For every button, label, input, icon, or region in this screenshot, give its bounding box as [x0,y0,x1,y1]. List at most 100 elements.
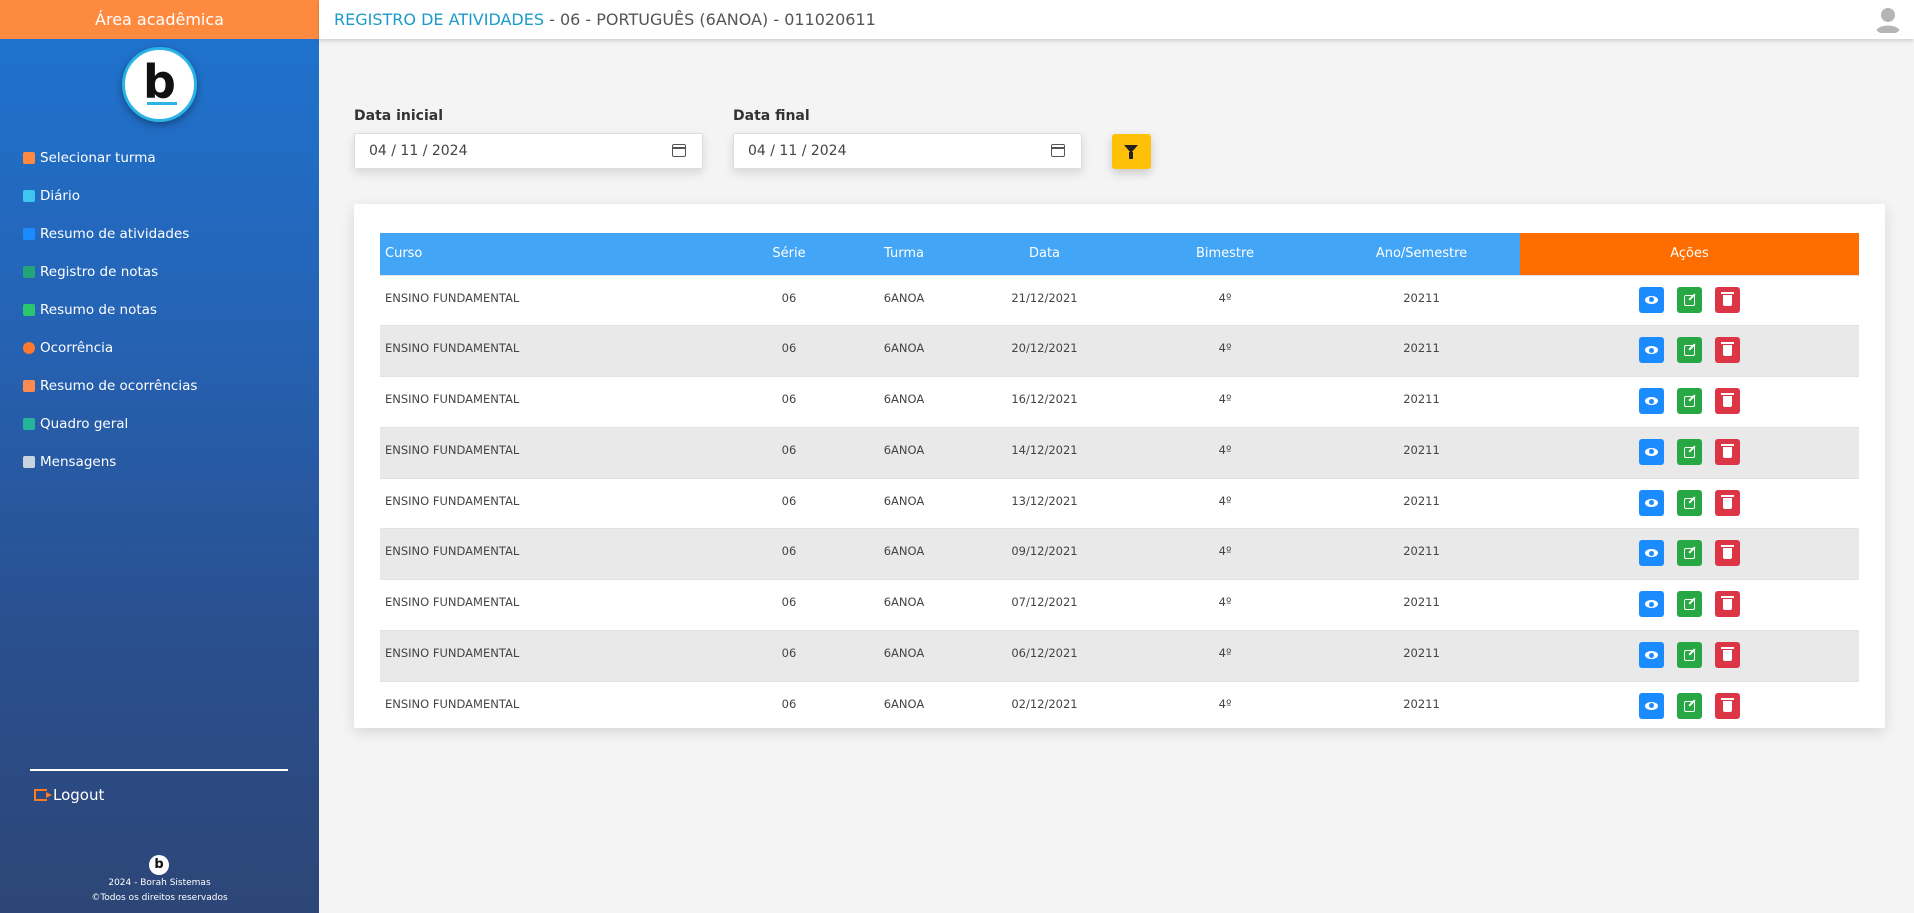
cell-ano-semestre: 20211 [1403,696,1440,711]
column-header-data: Data [962,233,1127,275]
delete-button[interactable] [1715,642,1740,669]
delete-button[interactable] [1715,388,1740,415]
trash-icon [1721,443,1734,458]
table-header-row: Curso Série Turma Data Bimestre Ano/Seme… [380,233,1859,275]
column-header-serie: Série [732,233,846,275]
delete-button[interactable] [1715,540,1740,567]
user-avatar-icon[interactable] [1872,3,1904,35]
footer-copyright: 2024 - Borah Sistemas [108,878,211,888]
row-actions [1520,642,1859,669]
delete-button[interactable] [1715,591,1740,618]
sidebar-item-resumo-de-notas[interactable]: Resumo de notas [0,291,319,329]
cell-bimestre: 4º [1218,392,1232,407]
page-title: REGISTRO DE ATIVIDADES - 06 - PORTUGUÊS … [334,10,876,29]
cell-acoes [1520,580,1859,631]
cell-acoes [1520,478,1859,529]
delete-button[interactable] [1715,489,1740,516]
view-button[interactable] [1639,489,1664,516]
view-button[interactable] [1639,337,1664,364]
activities-card: Curso Série Turma Data Bimestre Ano/Seme… [354,204,1885,728]
eye-icon [1645,346,1658,355]
column-header-ano-semestre: Ano/Semestre [1323,233,1520,275]
edit-button[interactable] [1677,489,1702,516]
delete-button[interactable] [1715,286,1740,313]
cell-data: 21/12/2021 [1011,290,1078,305]
cell-bimestre: 4º [1127,528,1323,580]
logo-underline [147,102,177,105]
view-button[interactable] [1639,438,1664,465]
eye-icon [1645,498,1658,507]
sidebar-item-resumo-de-ocorrencias[interactable]: Resumo de ocorrências [0,367,319,405]
exclamation-circle-icon [23,342,35,354]
cell-turma: 6ANOA [883,493,925,508]
cell-bimestre: 4º [1218,595,1232,610]
sidebar-item-resumo-de-atividades[interactable]: Resumo de atividades [0,215,319,253]
cell-serie: 06 [781,290,797,305]
sidebar-item-selecionar-turma[interactable]: Selecionar turma [0,139,319,177]
users-icon [23,152,35,164]
sidebar-item-diario[interactable]: Diário [0,177,319,215]
sidebar-item-registro-de-notas[interactable]: Registro de notas [0,253,319,291]
edit-button[interactable] [1677,438,1702,465]
filter-button[interactable] [1112,134,1151,169]
edit-icon [1684,446,1695,458]
sidebar-item-quadro-geral[interactable]: Quadro geral [0,405,319,443]
sidebar-item-label: Resumo de atividades [40,226,190,242]
logout-link[interactable]: Logout [34,786,104,804]
end-date-label: Data final [733,108,810,124]
cell-turma: 6ANOA [846,630,962,682]
edit-button[interactable] [1677,286,1702,313]
sidebar: Área acadêmica b Selecionar turma Diário R… [0,0,319,913]
sidebar-item-mensagens[interactable]: Mensagens [0,443,319,481]
sidebar-item-ocorrencia[interactable]: Ocorrência [0,329,319,367]
delete-button[interactable] [1715,692,1740,719]
start-date-label: Data inicial [354,108,443,124]
cell-ano-semestre: 20211 [1323,427,1520,479]
page-title-details: - 06 - PORTUGUÊS (6ANOA) - 011020611 [544,10,876,29]
row-actions [1520,692,1859,719]
cell-turma: 6ANOA [883,392,925,407]
edit-button[interactable] [1677,642,1702,669]
cell-acoes [1520,681,1859,732]
cell-acoes [1520,325,1859,377]
cell-turma: 6ANOA [883,696,925,711]
row-actions [1520,540,1859,567]
edit-button[interactable] [1677,540,1702,567]
end-date-value: 04 / 11 / 2024 [748,143,847,159]
cell-data: 07/12/2021 [1011,595,1078,610]
cell-bimestre: 4º [1218,696,1232,711]
table-row: ENSINO FUNDAMENTAL 06 6ANOA 20/12/2021 4º 202… [380,325,1859,377]
cell-acoes [1520,528,1859,580]
column-header-curso: Curso [380,233,732,275]
file-icon [23,228,35,240]
calendar-icon[interactable] [1051,144,1065,157]
edit-icon [1684,700,1695,712]
logo-letter: b [143,54,176,109]
eye-icon [1645,397,1658,406]
table-row: ENSINO FUNDAMENTAL 06 6ANOA 02/12/2021 4º 202… [380,681,1859,732]
view-button[interactable] [1639,286,1664,313]
view-button[interactable] [1639,388,1664,415]
eye-icon [1645,549,1658,558]
delete-button[interactable] [1715,438,1740,465]
view-button[interactable] [1639,692,1664,719]
view-button[interactable] [1639,540,1664,567]
table-row: ENSINO FUNDAMENTAL 06 6ANOA 07/12/2021 4º 202… [380,579,1859,631]
delete-button[interactable] [1715,337,1740,364]
cell-ano-semestre: 20211 [1323,325,1520,377]
edit-button[interactable] [1677,591,1702,618]
calendar-icon[interactable] [672,144,686,157]
cell-ano-semestre: 20211 [1323,528,1520,580]
start-date-input[interactable]: 04 / 11 / 2024 [354,133,703,169]
eye-icon [1645,701,1658,710]
end-date-input[interactable]: 04 / 11 / 2024 [733,133,1082,169]
edit-button[interactable] [1677,337,1702,364]
edit-button[interactable] [1677,388,1702,415]
view-button[interactable] [1639,591,1664,618]
cell-ano-semestre: 20211 [1403,290,1440,305]
view-button[interactable] [1639,642,1664,669]
file-lines-icon [23,266,35,278]
cell-data: 06/12/2021 [962,630,1127,682]
edit-button[interactable] [1677,692,1702,719]
cell-serie: 06 [732,528,846,580]
